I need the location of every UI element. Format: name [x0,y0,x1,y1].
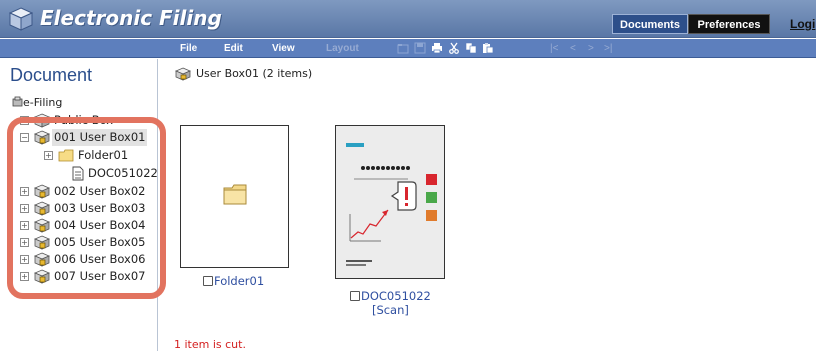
last-page-button[interactable]: >| [604,39,612,58]
tree-root-label: e-Filing [23,96,63,109]
tree-item-label: DOC051022 [88,166,158,180]
tree-item-label: 006 User Box06 [54,252,146,266]
tree-item-label: 001 User Box01 [52,129,148,146]
next-page-button[interactable]: > [588,39,594,58]
item-name[interactable]: DOC051022 [361,289,431,303]
tree-item-label: 007 User Box07 [54,269,146,283]
menu-layout[interactable]: Layout [326,39,359,58]
item-name[interactable]: Folder01 [214,274,264,288]
tree-root[interactable]: e-Filing [12,96,62,109]
login-link[interactable]: Logi [790,14,815,34]
expand-toggle[interactable]: + [20,116,29,125]
cut-icon[interactable] [448,42,460,54]
locked-box-icon [34,201,50,216]
current-path: User Box01 (2 items) [196,67,313,80]
document-icon [72,166,84,181]
first-page-button[interactable]: |< [550,39,558,58]
locked-box-icon [34,218,50,233]
locked-box-icon [34,269,50,284]
expand-toggle[interactable]: + [20,238,29,247]
expand-toggle[interactable]: + [20,221,29,230]
locked-box-icon [34,130,50,145]
menu-file[interactable]: File [180,39,197,58]
expand-toggle[interactable]: + [20,255,29,264]
tree-item-label: Folder01 [78,148,129,162]
document-preview-image [336,126,444,278]
tree-item-label: 004 User Box04 [54,218,146,232]
paste-icon[interactable] [482,42,494,54]
folder-icon [58,149,74,162]
locked-box-icon [34,184,50,199]
app-title: Electronic Filing [40,6,222,30]
sidebar-heading: Document [10,65,93,85]
expand-toggle[interactable]: + [20,272,29,281]
tree-item-label: Public Box [54,113,114,127]
tree-item-label: 002 User Box02 [54,184,146,198]
document-thumbnail[interactable] [335,125,445,279]
prev-page-button[interactable]: < [570,39,576,58]
print-icon[interactable] [431,42,443,54]
tree-item-label: 005 User Box05 [54,235,146,249]
select-checkbox[interactable] [350,291,360,301]
locked-box-icon [34,252,50,267]
cube-logo-icon [8,7,34,31]
menu-edit[interactable]: Edit [224,39,243,58]
item-doc051022[interactable]: DOC051022 [Scan] [350,289,431,317]
select-checkbox[interactable] [203,276,213,286]
status-message: 1 item is cut. [174,338,246,351]
menu-bar: File Edit View Layout |< < > >| [0,39,816,58]
box-icon [34,113,50,128]
nav-documents-tab[interactable]: Documents [612,14,688,34]
folder-icon [223,184,247,205]
copy-icon[interactable] [465,42,477,54]
menu-view[interactable]: View [272,39,295,58]
item-folder01[interactable]: Folder01 [203,274,264,288]
folder-thumbnail[interactable] [180,125,289,268]
app-header: Electronic Filing Documents Preferences … [0,0,816,38]
locked-box-icon [175,67,191,81]
new-folder-icon[interactable] [397,42,409,54]
item-subtitle: [Scan] [371,303,409,317]
nav-preferences-tab[interactable]: Preferences [688,14,770,34]
expand-toggle[interactable]: + [20,204,29,213]
expand-toggle[interactable]: + [20,187,29,196]
tree-item-label: 003 User Box03 [54,201,146,215]
collapse-toggle[interactable]: − [20,133,29,142]
efiling-root-icon [12,96,23,107]
save-icon[interactable] [414,42,426,54]
locked-box-icon [34,235,50,250]
expand-toggle[interactable]: + [44,151,53,160]
